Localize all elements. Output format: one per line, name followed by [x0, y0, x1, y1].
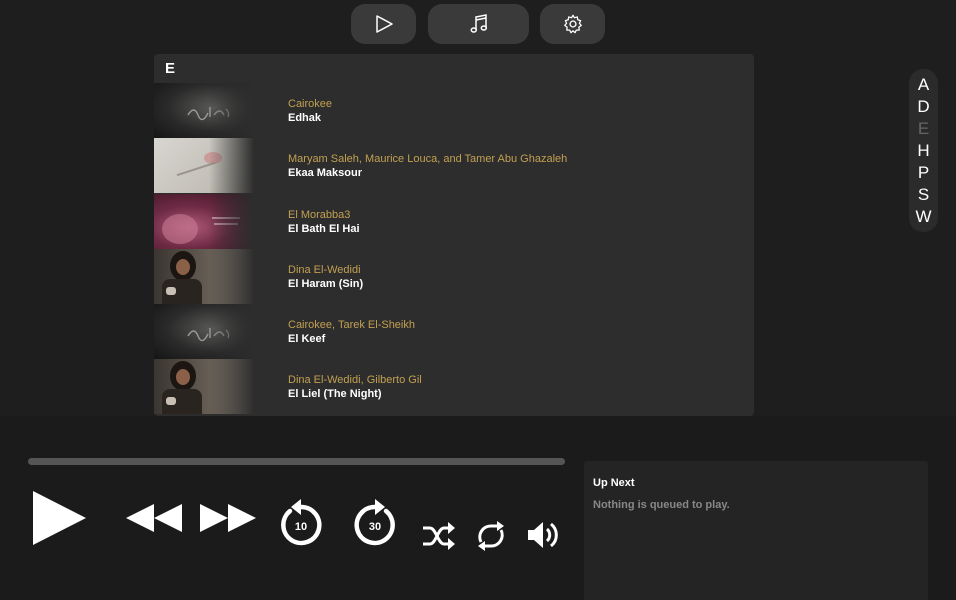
- previous-button[interactable]: [124, 502, 184, 534]
- artist-link[interactable]: Maurice Louca: [365, 153, 437, 165]
- artist-link[interactable]: Cairokee: [288, 98, 332, 110]
- track-row[interactable]: Maryam Saleh, Maurice Louca, and Tamer A…: [154, 138, 754, 194]
- track-artists: Cairokee: [288, 97, 332, 111]
- section-letter: E: [165, 60, 176, 77]
- track-row[interactable]: Dina El-Wedidi El Haram (Sin): [154, 248, 754, 304]
- artist-link[interactable]: Cairokee: [288, 319, 332, 331]
- play-outline-icon: [375, 15, 393, 33]
- music-note-icon: [470, 14, 487, 33]
- track-title: El Bath El Hai: [288, 222, 360, 235]
- skip-back-seconds: 10: [294, 521, 308, 533]
- fast-forward-icon: [200, 504, 256, 532]
- track-title: El Keef: [288, 333, 326, 346]
- alphabet-letter-e[interactable]: E: [918, 118, 929, 140]
- artist-link[interactable]: Gilberto Gil: [367, 374, 422, 386]
- track-artists: Maryam Saleh, Maurice Louca, and Tamer A…: [288, 152, 567, 166]
- gear-icon: [563, 14, 582, 34]
- track-row[interactable]: Cairokee Edhak: [154, 83, 754, 138]
- track-meta: Dina El-Wedidi, Gilberto Gil El Liel (The…: [288, 373, 422, 401]
- track-list: E Cairokee Edhak Maryam Saleh, Maurice Lou…: [154, 54, 754, 416]
- up-next-panel: Up Next Nothing is queued to play.: [584, 461, 928, 600]
- play-button[interactable]: [28, 488, 90, 548]
- artist-link[interactable]: Dina El-Wedidi: [288, 374, 361, 386]
- library-tab-button[interactable]: [428, 4, 529, 44]
- shuffle-button[interactable]: [420, 520, 456, 552]
- volume-button[interactable]: [526, 518, 562, 552]
- play-icon: [33, 491, 86, 545]
- album-art: [154, 83, 254, 138]
- alphabet-letter-p[interactable]: P: [918, 162, 929, 184]
- track-artists: Dina El-Wedidi, Gilberto Gil: [288, 373, 422, 387]
- up-next-title: Up Next: [593, 477, 635, 489]
- skip-forward-button[interactable]: 30: [352, 498, 398, 548]
- alphabet-index: ADEHPSW: [909, 69, 938, 232]
- track-title: El Liel (The Night): [288, 388, 382, 401]
- progress-bar[interactable]: [28, 458, 565, 465]
- player-bar: 10 30 Up Next Nothing is queued to play.: [0, 416, 956, 600]
- track-artists: El Morabba3: [288, 208, 360, 222]
- alphabet-letter-h[interactable]: H: [917, 140, 929, 162]
- artist-link[interactable]: and Tamer Abu Ghazaleh: [443, 153, 567, 165]
- track-title: El Haram (Sin): [288, 277, 364, 290]
- next-button[interactable]: [198, 502, 258, 534]
- track-row[interactable]: Cairokee, Tarek El-Sheikh El Keef: [154, 304, 754, 360]
- artist-link[interactable]: Maryam Saleh: [288, 153, 359, 165]
- album-art: [154, 138, 254, 194]
- album-art: [154, 359, 254, 415]
- track-artists: Cairokee, Tarek El-Sheikh: [288, 318, 415, 332]
- album-art: [154, 193, 254, 249]
- artist-link[interactable]: Tarek El-Sheikh: [338, 319, 415, 331]
- now-playing-tab-button[interactable]: [351, 4, 416, 44]
- top-nav: [351, 4, 605, 44]
- album-art: [154, 248, 254, 304]
- skip-forward-seconds: 30: [368, 521, 382, 533]
- settings-tab-button[interactable]: [540, 4, 605, 44]
- repeat-button[interactable]: [473, 520, 509, 552]
- skip-back-button[interactable]: 10: [278, 498, 324, 548]
- alphabet-letter-a[interactable]: A: [918, 74, 929, 96]
- album-art: [154, 304, 254, 360]
- alphabet-letter-d[interactable]: D: [917, 96, 929, 118]
- artist-link[interactable]: El Morabba3: [288, 209, 350, 221]
- alphabet-letter-s[interactable]: S: [918, 184, 929, 206]
- track-artists: Dina El-Wedidi: [288, 263, 363, 277]
- track-title: Edhak: [288, 112, 322, 124]
- alphabet-letter-w[interactable]: W: [915, 206, 931, 228]
- track-meta: Maryam Saleh, Maurice Louca, and Tamer A…: [288, 152, 567, 180]
- volume-icon: [528, 522, 558, 548]
- track-meta: El Morabba3 El Bath El Hai: [288, 208, 360, 236]
- track-title: Ekaa Maksour: [288, 167, 362, 180]
- track-meta: Dina El-Wedidi El Haram (Sin): [288, 263, 363, 291]
- track-meta: Cairokee, Tarek El-Sheikh El Keef: [288, 318, 415, 346]
- shuffle-icon: [423, 522, 455, 550]
- track-row[interactable]: El Morabba3 El Bath El Hai: [154, 193, 754, 249]
- track-meta: Cairokee Edhak: [288, 97, 332, 125]
- track-row[interactable]: Dina El-Wedidi, Gilberto Gil El Liel (The…: [154, 359, 754, 415]
- artist-link[interactable]: Dina El-Wedidi: [288, 264, 361, 276]
- up-next-empty-message: Nothing is queued to play.: [593, 499, 730, 511]
- repeat-icon: [478, 521, 504, 551]
- rewind-icon: [126, 504, 182, 532]
